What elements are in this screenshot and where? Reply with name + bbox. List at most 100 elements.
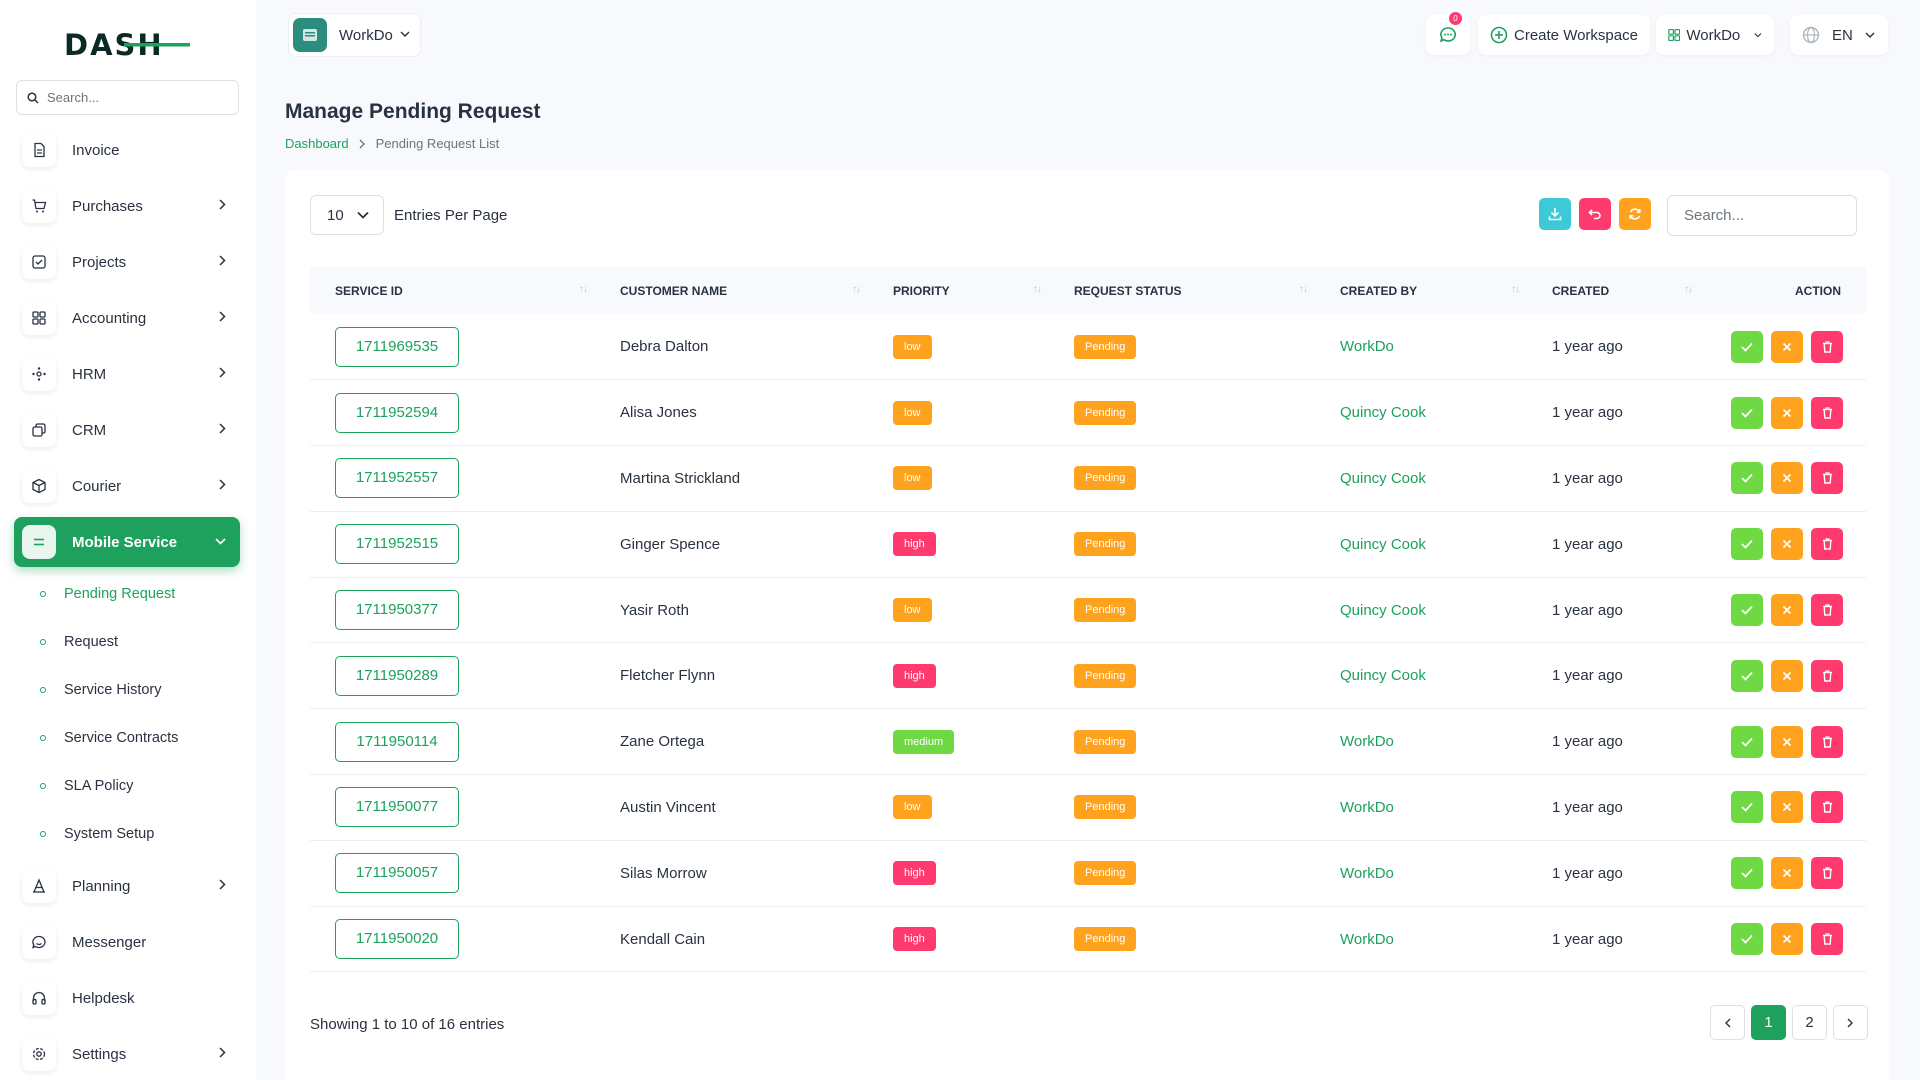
service-id-link[interactable]: 1711952557 bbox=[335, 458, 459, 499]
delete-button[interactable] bbox=[1811, 659, 1843, 692]
created-cell: 1 year ago bbox=[1527, 445, 1700, 512]
sidebar-search-input[interactable]: Search... bbox=[16, 80, 239, 115]
chat-icon bbox=[22, 925, 56, 959]
reject-button[interactable] bbox=[1771, 857, 1803, 890]
submenu-item-service-history[interactable]: Service History bbox=[40, 666, 240, 714]
sidebar-item-projects[interactable]: Projects bbox=[14, 234, 240, 290]
column-header-customer-name[interactable]: CUSTOMER NAME ↑↓ bbox=[595, 267, 868, 314]
reject-button[interactable] bbox=[1771, 725, 1803, 758]
submenu-item-sla-policy[interactable]: SLA Policy bbox=[40, 762, 240, 810]
service-id-link[interactable]: 1711952515 bbox=[335, 524, 459, 565]
page-1-button[interactable]: 1 bbox=[1751, 1005, 1786, 1040]
service-id-link[interactable]: 1711952594 bbox=[335, 392, 459, 433]
service-id-link[interactable]: 1711950077 bbox=[335, 787, 459, 828]
priority-badge: high bbox=[893, 532, 936, 557]
reject-button[interactable] bbox=[1771, 330, 1803, 363]
mobile-service-submenu: Pending Request Request Service History Ser… bbox=[14, 570, 240, 858]
delete-button[interactable] bbox=[1811, 462, 1843, 495]
approve-button[interactable] bbox=[1731, 462, 1763, 495]
reject-button[interactable] bbox=[1771, 462, 1803, 495]
table-search-input[interactable]: Search... bbox=[1667, 195, 1857, 236]
reset-button[interactable] bbox=[1579, 198, 1611, 230]
delete-button[interactable] bbox=[1811, 857, 1843, 890]
column-header-priority[interactable]: PRIORITY ↑↓ bbox=[868, 267, 1049, 314]
action-cell bbox=[1700, 642, 1866, 710]
chat-bubble-icon bbox=[1439, 27, 1456, 43]
reject-button[interactable] bbox=[1771, 594, 1803, 627]
service-id-cell: 1711950020 bbox=[310, 906, 595, 973]
submenu-item-pending-request[interactable]: Pending Request bbox=[40, 570, 240, 618]
language-dropdown[interactable]: EN bbox=[1790, 15, 1888, 55]
approve-button[interactable] bbox=[1731, 791, 1763, 824]
column-header-created-by[interactable]: CREATED BY ↑↓ bbox=[1315, 267, 1527, 314]
create-workspace-button[interactable]: Create Workspace bbox=[1478, 15, 1650, 55]
created-by-name: Quincy Cook bbox=[1340, 601, 1426, 619]
action-cell bbox=[1700, 577, 1866, 644]
service-id-link[interactable]: 1711950289 bbox=[335, 655, 459, 696]
submenu-item-service-contracts[interactable]: Service Contracts bbox=[40, 714, 240, 762]
submenu-item-request[interactable]: Request bbox=[40, 618, 240, 666]
delete-button[interactable] bbox=[1811, 330, 1843, 363]
approve-button[interactable] bbox=[1731, 330, 1763, 363]
service-id-link[interactable]: 1711950020 bbox=[335, 919, 459, 960]
reload-button[interactable] bbox=[1619, 198, 1651, 230]
delete-button[interactable] bbox=[1811, 594, 1843, 627]
breadcrumb-dashboard-link[interactable]: Dashboard bbox=[285, 136, 349, 151]
delete-button[interactable] bbox=[1811, 923, 1843, 956]
sidebar-item-helpdesk[interactable]: Helpdesk bbox=[14, 970, 240, 1026]
entries-select[interactable]: 10 bbox=[310, 195, 384, 235]
export-button[interactable] bbox=[1539, 198, 1571, 230]
sidebar-item-hrm[interactable]: HRM bbox=[14, 346, 240, 402]
dash-logo[interactable]: DASH bbox=[64, 26, 190, 62]
approve-button[interactable] bbox=[1731, 857, 1763, 890]
chevron-right-icon bbox=[219, 479, 226, 490]
messages-button[interactable]: 0 bbox=[1426, 12, 1470, 55]
previous-page-button[interactable] bbox=[1710, 1005, 1745, 1040]
service-id-link[interactable]: 1711950377 bbox=[335, 590, 459, 631]
reject-button[interactable] bbox=[1771, 659, 1803, 692]
sidebar-item-mobile-service[interactable]: Mobile Service bbox=[14, 517, 240, 567]
sidebar-item-purchases[interactable]: Purchases bbox=[14, 178, 240, 234]
approve-button[interactable] bbox=[1731, 923, 1763, 956]
sidebar-item-crm[interactable]: CRM bbox=[14, 402, 240, 458]
approve-button[interactable] bbox=[1731, 528, 1763, 561]
delete-button[interactable] bbox=[1811, 396, 1843, 429]
sidebar-item-messenger[interactable]: Messenger bbox=[14, 914, 240, 970]
approve-button[interactable] bbox=[1731, 396, 1763, 429]
sidebar-item-planning[interactable]: Planning bbox=[14, 858, 240, 914]
column-header-created[interactable]: CREATED ↑↓ bbox=[1527, 267, 1700, 314]
workspace-menu-button[interactable]: WorkDo bbox=[1656, 15, 1774, 55]
service-id-link[interactable]: 1711950057 bbox=[335, 853, 459, 894]
status-badge: Pending bbox=[1074, 795, 1137, 820]
sidebar-item-courier[interactable]: Courier bbox=[14, 458, 240, 514]
reject-button[interactable] bbox=[1771, 396, 1803, 429]
delete-button[interactable] bbox=[1811, 791, 1843, 824]
sidebar-item-accounting[interactable]: Accounting bbox=[14, 290, 240, 346]
delete-button[interactable] bbox=[1811, 725, 1843, 758]
reject-button[interactable] bbox=[1771, 923, 1803, 956]
table-toolbar bbox=[1539, 198, 1651, 230]
submenu-item-label: System Setup bbox=[64, 826, 155, 842]
entries-label: Entries Per Page bbox=[394, 206, 508, 224]
delete-button[interactable] bbox=[1811, 528, 1843, 561]
next-page-button[interactable] bbox=[1833, 1005, 1868, 1040]
submenu-item-system-setup[interactable]: System Setup bbox=[40, 810, 240, 858]
column-header-request-status[interactable]: REQUEST STATUS ↑↓ bbox=[1049, 267, 1315, 314]
check-icon bbox=[1741, 869, 1753, 879]
approve-button[interactable] bbox=[1731, 659, 1763, 692]
sidebar-item-settings[interactable]: Settings bbox=[14, 1026, 240, 1080]
undo-icon bbox=[1588, 209, 1601, 220]
workspace-dropdown[interactable]: WorkDo bbox=[288, 13, 421, 57]
page-2-button[interactable]: 2 bbox=[1792, 1005, 1827, 1040]
service-id-link[interactable]: 1711969535 bbox=[335, 326, 459, 367]
check-icon bbox=[1741, 737, 1753, 747]
service-id-link[interactable]: 1711950114 bbox=[335, 721, 459, 762]
notification-badge: 0 bbox=[1449, 12, 1462, 25]
approve-button[interactable] bbox=[1731, 594, 1763, 627]
reject-button[interactable] bbox=[1771, 791, 1803, 824]
reject-button[interactable] bbox=[1771, 528, 1803, 561]
approve-button[interactable] bbox=[1731, 725, 1763, 758]
sidebar-item-invoice[interactable]: Invoice bbox=[14, 122, 240, 178]
created-by-cell: WorkDo bbox=[1315, 840, 1527, 907]
column-header-service-id[interactable]: SERVICE ID ↑↓ bbox=[310, 267, 595, 314]
